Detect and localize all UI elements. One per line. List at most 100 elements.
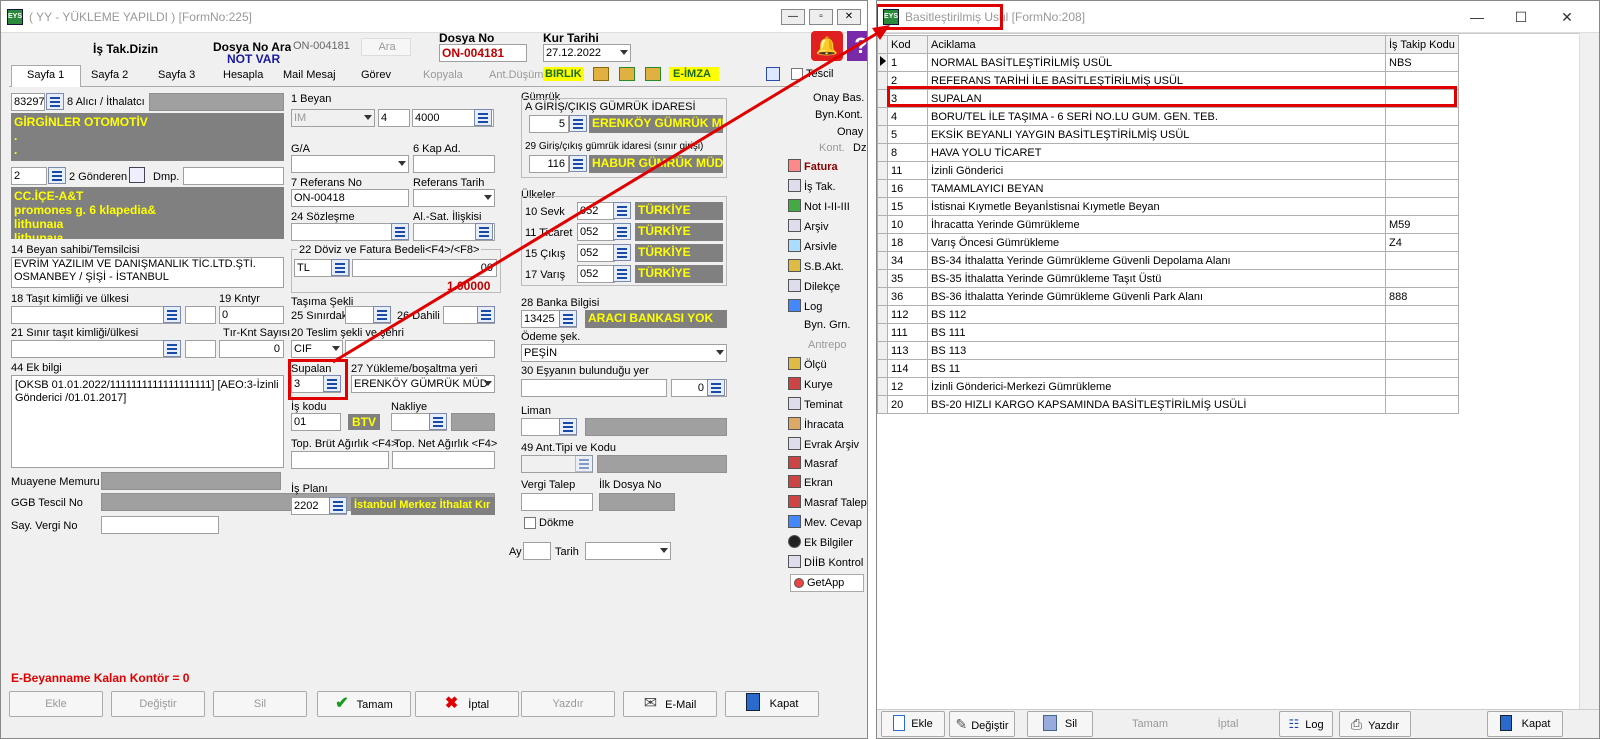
referans-tarih-select[interactable] (413, 189, 495, 207)
side-mev-cevap[interactable]: Mev. Cevap (788, 515, 862, 529)
help-icon[interactable]: ? (847, 31, 867, 61)
col-kod[interactable]: Kod (887, 35, 928, 54)
table-row[interactable]: 114 BS 11 (877, 359, 1459, 378)
ulke-sevk-lookup[interactable] (613, 202, 631, 219)
side-getapp[interactable]: GetApp (790, 574, 864, 592)
ekle-button[interactable]: Ekle (9, 691, 103, 717)
tab-sayfa-3[interactable]: Sayfa 3 (158, 69, 195, 81)
tasit-input[interactable] (11, 306, 181, 324)
maximize-button-right[interactable]: ☐ (1503, 7, 1539, 27)
ga-select[interactable] (291, 155, 409, 173)
side-olcu[interactable]: Ölçü (788, 357, 827, 371)
folder-open-icon[interactable] (593, 67, 609, 81)
table-row[interactable]: 5 EKSİK BEYANLI YAYGIN BASİTLEŞTİRİLMİŞ U… (877, 125, 1459, 144)
tescil-checkbox[interactable] (791, 68, 803, 80)
e-imza-badge[interactable]: E-İMZA (669, 67, 719, 81)
iptal-button-right[interactable]: İptal (1191, 711, 1265, 737)
ant-lookup[interactable] (575, 455, 593, 472)
kapat-button-right[interactable]: Kapat (1487, 711, 1563, 737)
ulke-sevk-code[interactable]: 052 (577, 202, 615, 220)
side-antrepo[interactable]: Antrepo (808, 339, 847, 351)
dokme-checkbox[interactable] (524, 517, 536, 529)
sinir-country-input[interactable] (185, 340, 216, 358)
teslim-sehir-input[interactable] (345, 340, 495, 358)
yazdir-button-right[interactable]: ⎙ Yazdır (1339, 711, 1411, 737)
alsat-lookup-button[interactable] (475, 223, 493, 240)
side-arsiv[interactable]: Arşiv (788, 219, 828, 233)
kntyr-input[interactable]: 0 (219, 306, 284, 324)
side-diib-kontrol[interactable]: DİİB Kontrol (788, 555, 863, 569)
sozlesme-lookup-button[interactable] (391, 223, 409, 240)
banka-lookup[interactable] (559, 310, 577, 327)
download-icon[interactable] (645, 67, 661, 81)
side-not[interactable]: Not I-II-III (788, 199, 850, 213)
birlik-badge[interactable]: BIRLIK (543, 67, 584, 81)
side-sbakt[interactable]: S.B.Akt. (788, 259, 844, 273)
beyan-v2[interactable]: 4 (378, 109, 410, 127)
email-button[interactable]: ✉ E-Mail (623, 691, 717, 717)
degistir-button[interactable]: Değiştir (111, 691, 205, 717)
byn-kont-checkbox[interactable] (867, 108, 868, 120)
tir-input[interactable]: 0 (219, 340, 284, 358)
iptal-button[interactable]: ✖ İptal (415, 691, 519, 717)
sil-button[interactable]: Sil (213, 691, 307, 717)
ay-input[interactable] (523, 542, 551, 560)
alici-code[interactable]: 83297 (11, 93, 45, 111)
esya-lookup[interactable] (707, 379, 725, 396)
brut-input[interactable] (291, 451, 389, 469)
tarih-select[interactable] (585, 542, 671, 560)
ekle-button-right[interactable]: Ekle (881, 711, 945, 737)
side-ihracata[interactable]: İhracata (788, 417, 844, 431)
ara-button[interactable]: Ara (361, 38, 411, 56)
bell-icon[interactable]: 🔔 (811, 31, 843, 61)
net-input[interactable] (392, 451, 495, 469)
table-row[interactable]: 15 İstisnai Kıymetle Beyanİstisnai Kıymet… (877, 197, 1459, 216)
table-row[interactable]: 4 BORU/TEL İLE TAŞIMA - 6 SERİ NO.LU GUM.… (877, 107, 1459, 126)
side-is-tak[interactable]: İş Tak. (788, 179, 836, 193)
kapat-button[interactable]: Kapat (725, 691, 819, 717)
doviz-amount[interactable]: 00 (352, 259, 497, 277)
sinir-lookup-button[interactable] (373, 306, 391, 323)
sil-button-right[interactable]: Sil (1027, 711, 1093, 737)
teslim-select[interactable]: CIF (291, 340, 343, 358)
log-button-right[interactable]: ☷ Log (1279, 711, 1333, 737)
beyan-sahibi-box[interactable]: EVRİM YAZILIM VE DANIŞMANLIK TİC.LTD.ŞTİ… (11, 257, 284, 288)
minimize-button[interactable]: — (781, 9, 805, 25)
table-row[interactable]: 18 Varış Öncesi Gümrükleme Z4 (877, 233, 1459, 252)
vertical-scrollbar[interactable] (1579, 33, 1599, 709)
side-kurye[interactable]: Kurye (788, 377, 833, 391)
degistir-button-right[interactable]: ✎ Değiştir (949, 711, 1015, 737)
table-row[interactable]: 34 BS-34 İthalatta Yerinde Gümrükleme Güv… (877, 251, 1459, 270)
col-aciklama[interactable]: Aciklama (927, 35, 1386, 54)
side-log[interactable]: Log (788, 299, 822, 313)
referans-input[interactable]: ON-00418 (291, 189, 409, 207)
side-masraf[interactable]: Masraf (788, 456, 838, 470)
table-row[interactable]: 16 TAMAMLAYICI BEYAN (877, 179, 1459, 198)
beyan-type-select[interactable]: IM (291, 109, 375, 127)
yukleme-select[interactable]: ERENKÖY GÜMRÜK MÜD (351, 375, 495, 393)
dahili-lookup-button[interactable] (477, 306, 495, 323)
table-row[interactable]: 11 İzinli Gönderici (877, 161, 1459, 180)
sinir-tasit-input[interactable] (11, 340, 181, 358)
vergi-input[interactable] (101, 516, 219, 534)
gonderen-box[interactable]: CC.İÇE-A&T promones g. 6 klapedia& lithu… (11, 187, 284, 239)
ulke-varis-code[interactable]: 052 (577, 265, 615, 283)
ulke-varis-lookup[interactable] (613, 265, 631, 282)
is-tak-dizin-label[interactable]: İş Tak.Dizin (93, 42, 158, 56)
is-kodu-input[interactable]: 01 (291, 413, 341, 431)
onay-bas-checkbox[interactable] (867, 91, 868, 103)
onay-checkbox[interactable] (867, 125, 868, 137)
tab-mail-mesaj[interactable]: Mail Mesaj (283, 69, 336, 81)
gonderen-lookup-button[interactable] (48, 167, 66, 184)
side-fatura[interactable]: Fatura (788, 159, 838, 173)
gumruk-b-lookup[interactable] (569, 155, 587, 172)
side-masraf-talep[interactable]: Masraf Talep (788, 495, 867, 509)
table-row[interactable]: 36 BS-36 İthalatta Yerinde Gümrükleme Güv… (877, 287, 1459, 306)
liman-lookup[interactable] (559, 418, 577, 435)
tab-gorev[interactable]: Görev (361, 69, 391, 81)
kur-tarihi-field[interactable]: 27.12.2022 (543, 44, 631, 62)
table-row[interactable]: 112 BS 112 (877, 305, 1459, 324)
table-row[interactable]: 1 NORMAL BASİTLEŞTİRİLMİŞ USÜL NBS (877, 53, 1459, 72)
ek-bilgi-textarea[interactable]: [OKSB 01.01.2022/1111111111111111111] [A… (11, 375, 284, 468)
table-row[interactable]: 113 BS 113 (877, 341, 1459, 360)
